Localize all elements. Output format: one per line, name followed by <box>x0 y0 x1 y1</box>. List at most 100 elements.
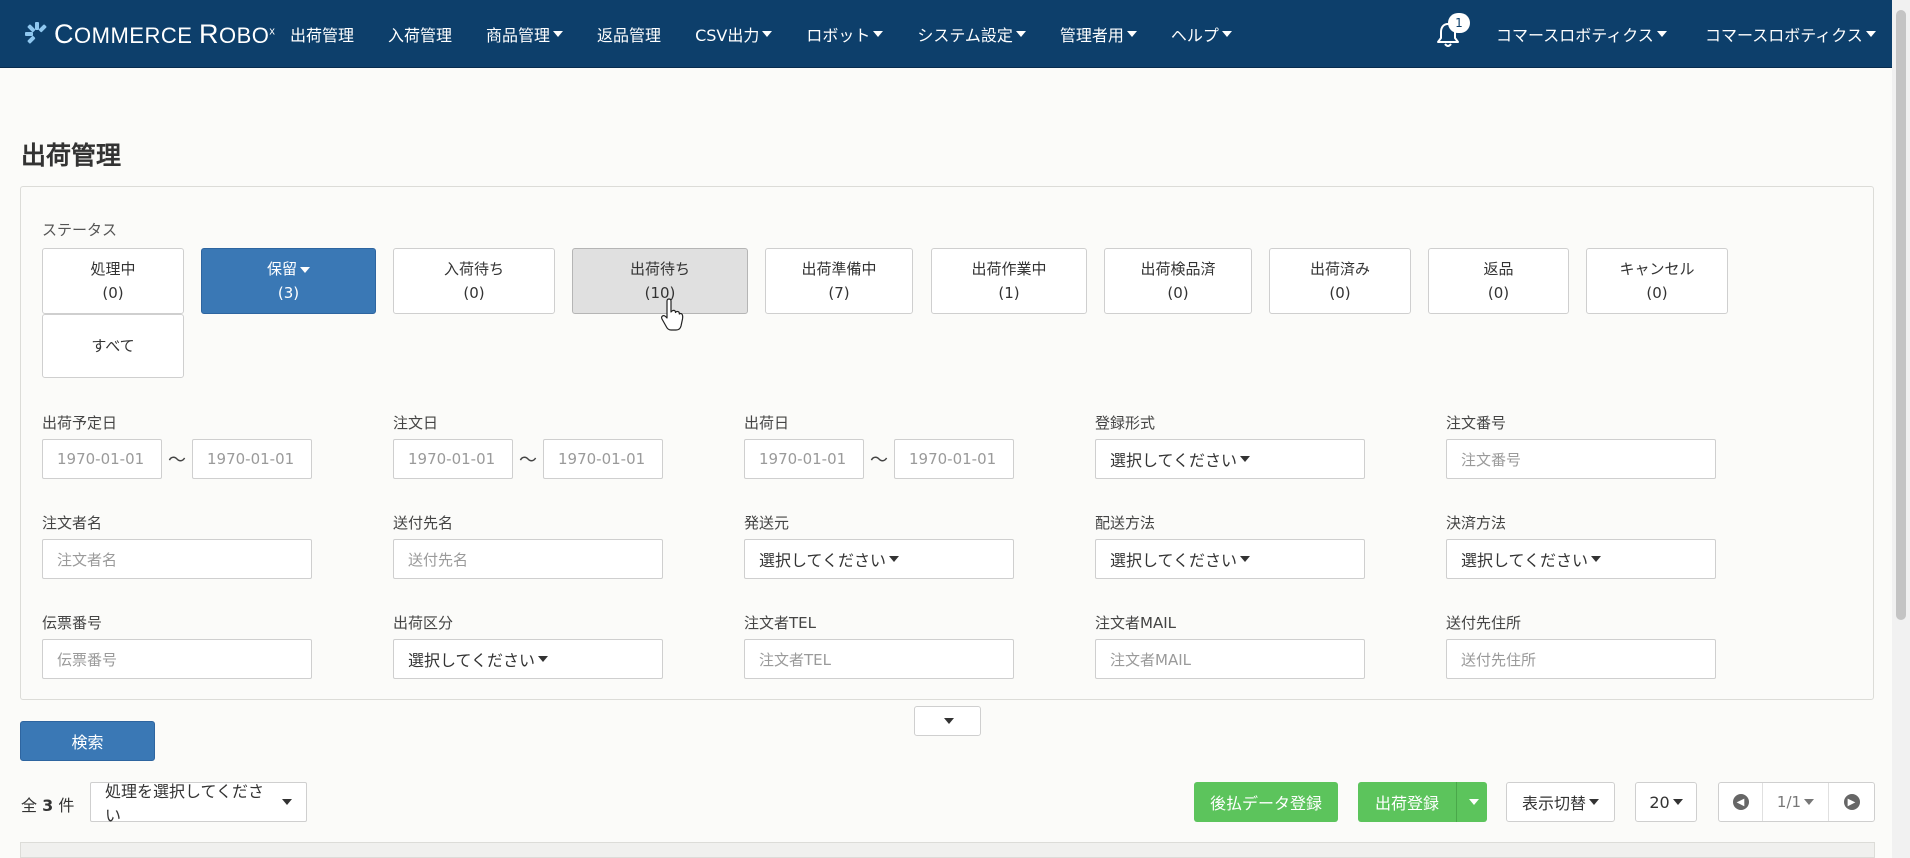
order-no-label: 注文番号 <box>1446 414 1507 432</box>
status-hold-button[interactable]: 保留 (3) <box>201 248 376 314</box>
nav-robot[interactable]: ロボット <box>806 22 884 46</box>
sender-select[interactable]: 選択してください <box>744 539 1014 579</box>
status-returned-button[interactable]: 返品 (0) <box>1428 248 1569 314</box>
prev-page-button[interactable]: ◀ <box>1719 783 1763 821</box>
nav-returns[interactable]: 返品管理 <box>597 22 661 46</box>
deferred-payment-register-button[interactable]: 後払データ登録 <box>1194 782 1338 822</box>
orderer-name-label: 注文者名 <box>42 514 103 532</box>
chevron-down-icon <box>553 31 564 37</box>
brand-logo[interactable]: COMMERCE ROBOx <box>24 18 276 49</box>
chevron-down-icon <box>1015 31 1026 37</box>
top-navbar: COMMERCE ROBOx 出荷管理 入荷管理 商品管理 返品管理 CSV出力… <box>0 0 1892 68</box>
recipient-name-input[interactable]: 送付先名 <box>393 539 663 579</box>
chevron-down-icon <box>1672 799 1683 805</box>
order-date-to-input[interactable]: 1970-01-01 <box>543 439 663 479</box>
recipient-addr-input[interactable]: 送付先住所 <box>1446 639 1716 679</box>
expand-filters-button[interactable] <box>914 706 981 736</box>
nav-receiving[interactable]: 入荷管理 <box>388 22 452 46</box>
ship-type-label: 出荷区分 <box>393 614 454 632</box>
chevron-down-icon <box>1221 31 1232 37</box>
next-page-button[interactable]: ▶ <box>1829 783 1874 821</box>
brand-mark-icon <box>25 22 47 44</box>
range-separator: 〜 <box>168 450 186 471</box>
per-page-select[interactable]: 20 <box>1635 782 1697 822</box>
nav-products[interactable]: 商品管理 <box>486 22 564 46</box>
hand-cursor-icon <box>661 298 684 331</box>
ship-scheduled-to-input[interactable]: 1970-01-01 <box>192 439 312 479</box>
scrollbar-thumb[interactable] <box>1896 10 1906 620</box>
main-nav: 出荷管理 入荷管理 商品管理 返品管理 CSV出力 ロボット システム設定 管理… <box>290 0 1266 68</box>
payment-label: 決済方法 <box>1446 514 1507 532</box>
slip-no-input[interactable]: 伝票番号 <box>42 639 312 679</box>
chevron-down-icon <box>1804 799 1815 805</box>
sender-label: 発送元 <box>744 514 790 532</box>
status-label: ステータス <box>42 221 118 239</box>
chevron-down-icon <box>889 556 900 562</box>
result-total: 全 3 件 <box>21 796 75 815</box>
nav-shipping[interactable]: 出荷管理 <box>290 22 354 46</box>
nav-admin[interactable]: 管理者用 <box>1060 22 1137 46</box>
page-title: 出荷管理 <box>21 141 122 170</box>
reg-format-label: 登録形式 <box>1095 414 1156 432</box>
status-all-button[interactable]: すべて <box>42 314 184 378</box>
chevron-down-icon <box>762 31 773 37</box>
ship-date-from-input[interactable]: 1970-01-01 <box>744 439 864 479</box>
page-select[interactable]: 1/1 <box>1763 783 1829 821</box>
chevron-down-icon <box>538 656 549 662</box>
status-shipped-button[interactable]: 出荷済み (0) <box>1269 248 1411 314</box>
pagination: ◀ 1/1 ▶ <box>1718 782 1875 822</box>
ship-register-dropdown-button[interactable] <box>1456 782 1487 822</box>
range-separator: 〜 <box>870 450 888 471</box>
chevron-down-icon <box>300 266 310 273</box>
recipient-name-label: 送付先名 <box>393 514 454 532</box>
chevron-down-icon <box>1656 31 1667 37</box>
bulk-process-select[interactable]: 処理を選択してください <box>90 782 307 825</box>
status-cancel-button[interactable]: キャンセル (0) <box>1586 248 1728 314</box>
ship-scheduled-from-input[interactable]: 1970-01-01 <box>42 439 162 479</box>
chevron-down-icon <box>1589 799 1599 805</box>
chevron-right-icon: ▶ <box>1843 794 1860 810</box>
slip-no-label: 伝票番号 <box>42 614 103 632</box>
delivery-select[interactable]: 選択してください <box>1095 539 1365 579</box>
chevron-down-icon <box>1591 556 1602 562</box>
reg-format-select[interactable]: 選択してください <box>1095 439 1365 479</box>
notification-badge: 1 <box>1448 13 1470 33</box>
chevron-down-icon <box>1240 456 1251 462</box>
nav-system-settings[interactable]: システム設定 <box>917 22 1026 46</box>
orderer-name-input[interactable]: 注文者名 <box>42 539 312 579</box>
orderer-tel-input[interactable]: 注文者TEL <box>744 639 1014 679</box>
order-no-input[interactable]: 注文番号 <box>1446 439 1716 479</box>
user-menu-1[interactable]: コマースロボティクス <box>1496 0 1667 68</box>
delivery-label: 配送方法 <box>1095 514 1156 532</box>
orderer-tel-label: 注文者TEL <box>744 614 816 632</box>
ship-date-to-input[interactable]: 1970-01-01 <box>894 439 1014 479</box>
range-separator: 〜 <box>519 450 537 471</box>
display-toggle-button[interactable]: 表示切替 <box>1506 782 1615 822</box>
user-menu-2[interactable]: コマースロボティクス <box>1705 0 1876 68</box>
ship-date-label: 出荷日 <box>744 414 790 432</box>
chevron-down-icon <box>1240 556 1251 562</box>
recipient-addr-label: 送付先住所 <box>1446 614 1522 632</box>
status-in-work-button[interactable]: 出荷作業中 (1) <box>931 248 1087 314</box>
status-processing-button[interactable]: 処理中 (0) <box>42 248 184 314</box>
payment-select[interactable]: 選択してください <box>1446 539 1716 579</box>
status-awaiting-receipt-button[interactable]: 入荷待ち (0) <box>393 248 555 314</box>
order-date-from-input[interactable]: 1970-01-01 <box>393 439 513 479</box>
search-button[interactable]: 検索 <box>20 721 155 761</box>
status-inspected-button[interactable]: 出荷検品済 (0) <box>1104 248 1252 314</box>
chevron-down-icon <box>1865 31 1876 37</box>
ship-type-select[interactable]: 選択してください <box>393 639 663 679</box>
chevron-down-icon <box>282 799 292 805</box>
ship-register-button[interactable]: 出荷登録 <box>1358 782 1456 822</box>
ship-scheduled-label: 出荷予定日 <box>42 414 118 432</box>
brand-text: COMMERCE ROBOx <box>54 18 276 49</box>
nav-csv-export[interactable]: CSV出力 <box>695 22 773 46</box>
status-preparing-button[interactable]: 出荷準備中 (7) <box>765 248 913 314</box>
chevron-down-icon <box>944 718 954 724</box>
page-scrollbar[interactable] <box>1892 0 1910 858</box>
orderer-mail-input[interactable]: 注文者MAIL <box>1095 639 1365 679</box>
order-date-label: 注文日 <box>393 414 439 432</box>
nav-help[interactable]: ヘルプ <box>1171 22 1232 46</box>
chevron-down-icon <box>1468 799 1479 805</box>
results-table-header <box>20 842 1875 858</box>
